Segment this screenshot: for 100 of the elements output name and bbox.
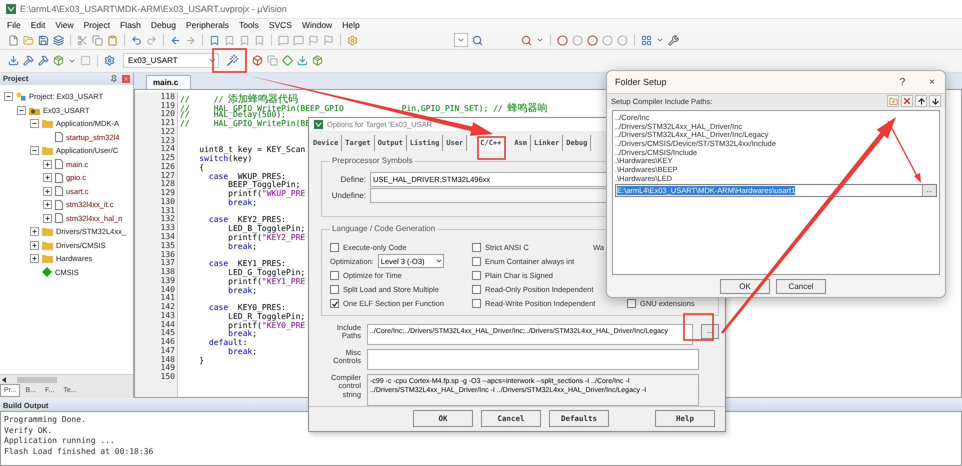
checkbox[interactable] <box>330 285 339 294</box>
package-icon[interactable] <box>312 55 323 66</box>
gear-icon[interactable] <box>104 55 115 66</box>
menu-item[interactable]: Tools <box>234 18 264 32</box>
checkbox[interactable] <box>472 256 481 266</box>
field-label: Undefine: <box>330 191 366 200</box>
rebuild-icon[interactable] <box>38 55 49 66</box>
folder-icon <box>42 146 53 155</box>
paste-icon[interactable] <box>107 34 118 46</box>
code-line: LED_B_TogglePin; <box>227 224 306 234</box>
search-icon[interactable] <box>472 34 483 46</box>
menu-item[interactable]: Debug <box>146 18 181 32</box>
checkbox[interactable] <box>330 299 339 308</box>
editor-tab[interactable]: main.c <box>146 74 192 89</box>
dialog-button[interactable]: Cancel <box>776 278 826 294</box>
code-line: break; <box>227 346 258 356</box>
window-icon[interactable] <box>641 34 652 46</box>
expand-toggle[interactable] <box>30 119 39 128</box>
expand-toggle[interactable] <box>30 254 39 263</box>
line-number: 136 <box>160 250 175 258</box>
scroll-left-icon[interactable] <box>1 376 7 383</box>
box-icon[interactable] <box>252 55 263 66</box>
expand-toggle[interactable] <box>30 146 39 155</box>
download-icon[interactable] <box>8 55 19 66</box>
expand-toggle[interactable] <box>43 160 52 168</box>
build-icon[interactable] <box>23 55 34 66</box>
diamond-icon[interactable] <box>282 55 293 66</box>
menu-item[interactable]: Peripherals <box>180 18 234 32</box>
expand-toggle[interactable] <box>43 186 52 196</box>
close-button[interactable]: × <box>927 76 937 88</box>
menu-item[interactable]: Project <box>78 18 116 32</box>
copy-icon[interactable] <box>92 34 103 46</box>
bookmark-icon[interactable] <box>209 34 220 46</box>
line-number: 137 <box>160 258 175 268</box>
expand-toggle[interactable] <box>4 92 13 101</box>
breakpoint-icon[interactable] <box>557 34 568 46</box>
download-icon[interactable] <box>297 55 308 66</box>
checkbox[interactable] <box>472 299 481 308</box>
code-line: LED_R_TogglePin; <box>227 312 306 321</box>
menu-item[interactable]: File <box>2 18 26 32</box>
code-line: break; <box>227 242 258 251</box>
diamond-icon <box>42 267 52 277</box>
line-number: 124 <box>160 144 175 154</box>
settings-icon[interactable] <box>347 34 358 46</box>
line-number: 120 <box>160 109 175 118</box>
line-number: 132 <box>160 214 175 224</box>
output-line: Application running ... <box>4 436 115 448</box>
code-line: printf("WKUP_PRE <box>227 189 306 198</box>
target-dropdown[interactable]: Ex03_USART <box>123 53 219 68</box>
wand-icon[interactable] <box>226 54 239 68</box>
close-icon[interactable] <box>122 74 130 83</box>
checkbox[interactable] <box>472 285 481 294</box>
code-line: uint8_t key = KEY_Scan <box>198 145 306 154</box>
expand-toggle[interactable] <box>43 200 52 209</box>
menu-item[interactable]: Edit <box>26 18 50 32</box>
expand-toggle[interactable] <box>17 106 26 114</box>
dialog-title: Folder Setup <box>615 77 667 87</box>
menu-item[interactable]: Help <box>337 18 365 32</box>
back-icon[interactable] <box>170 34 181 46</box>
package-icon[interactable] <box>53 55 64 66</box>
circle-icon[interactable] <box>587 34 598 46</box>
help-button[interactable]: ? <box>898 76 908 88</box>
menu-item[interactable]: View <box>50 18 79 32</box>
search-icon[interactable] <box>521 34 532 46</box>
wrench-icon[interactable] <box>668 34 679 46</box>
misc-controls-field[interactable] <box>367 348 699 370</box>
menu-item[interactable]: Flash <box>115 18 146 32</box>
highlight-frame <box>477 136 506 160</box>
folder-icon <box>42 227 53 236</box>
app-icon <box>6 4 16 14</box>
dialog-button[interactable]: OK <box>720 278 770 294</box>
expand-toggle[interactable] <box>43 214 52 222</box>
cut-icon[interactable] <box>77 34 88 46</box>
move-down-button[interactable] <box>929 95 941 107</box>
line-number: 122 <box>160 126 175 136</box>
line-number: 123 <box>160 136 175 144</box>
expand-toggle[interactable] <box>30 240 39 250</box>
new-file-icon[interactable] <box>8 34 19 46</box>
pin-icon[interactable] <box>110 74 118 83</box>
new-folder-button[interactable] <box>887 95 899 107</box>
highlight-frame <box>683 313 714 341</box>
checkbox[interactable] <box>330 242 339 252</box>
checkbox[interactable] <box>627 299 636 308</box>
code-line: break; <box>227 329 258 338</box>
menu-item[interactable]: Window <box>296 18 338 32</box>
undo-icon[interactable] <box>131 34 142 46</box>
expand-toggle[interactable] <box>30 227 39 236</box>
code-line: printf("KEY2_PRE <box>227 233 306 242</box>
menu-item[interactable]: SVCS <box>264 18 297 32</box>
checkbox[interactable] <box>330 270 339 280</box>
checkbox[interactable] <box>472 242 481 252</box>
expand-toggle[interactable] <box>43 173 52 182</box>
move-up-button[interactable] <box>915 95 927 107</box>
folder-icon <box>42 254 53 263</box>
save-icon[interactable] <box>38 34 49 46</box>
delete-button[interactable] <box>901 95 913 107</box>
line-number: 145 <box>160 328 175 338</box>
checkbox[interactable] <box>472 270 481 280</box>
code-line: case WKUP_PRES: <box>208 172 286 181</box>
scrollbar-thumb[interactable] <box>17 376 57 383</box>
